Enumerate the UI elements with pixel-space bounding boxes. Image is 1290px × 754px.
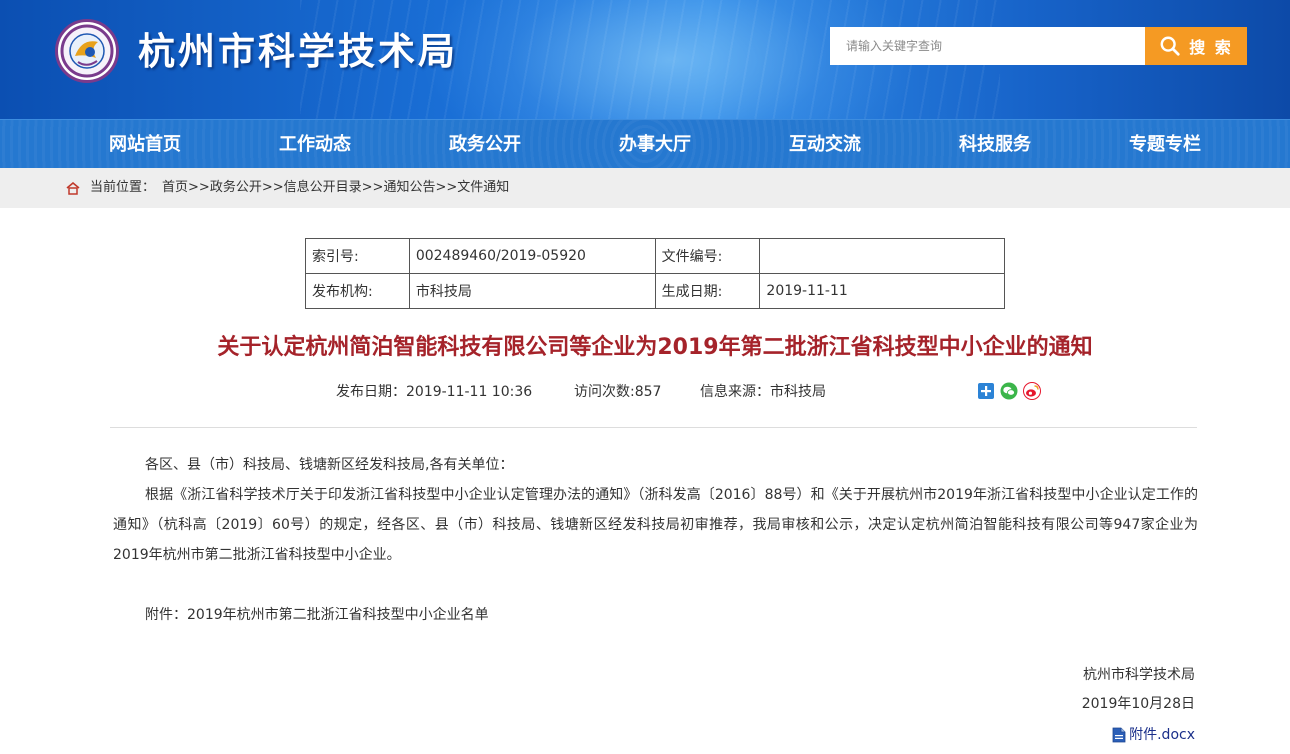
wechat-icon[interactable] — [1000, 382, 1018, 400]
breadcrumb-separator: >> — [188, 180, 210, 195]
breadcrumb-separator: >> — [435, 180, 458, 195]
nav-item-home[interactable]: 网站首页 — [75, 120, 215, 169]
home-icon — [66, 182, 80, 195]
table-row: 发布机构: 市科技局 生成日期: 2019-11-11 — [305, 273, 1005, 309]
weibo-icon[interactable] — [1023, 382, 1041, 400]
search-input[interactable] — [830, 27, 1145, 65]
breadcrumb-prefix: 当前位置： — [90, 180, 156, 195]
main-nav: 网站首页 工作动态 政务公开 办事大厅 互动交流 科技服务 专题专栏 — [0, 119, 1290, 168]
nav-item-topics[interactable]: 专题专栏 — [1095, 120, 1235, 169]
breadcrumb-link-catalog[interactable]: 信息公开目录 — [284, 180, 362, 195]
nav-item-interaction[interactable]: 互动交流 — [755, 120, 895, 169]
logo-emblem-icon[interactable] — [55, 19, 119, 83]
share-plus-icon[interactable] — [977, 382, 995, 400]
nav-item-gov-affairs[interactable]: 政务公开 — [415, 120, 555, 169]
search-button-label: 搜 索 — [1189, 38, 1233, 57]
breadcrumb-links: 首页>>政务公开>>信息公开目录>>通知公告>>文件通知 — [162, 179, 509, 197]
docno-label: 文件编号: — [654, 238, 761, 274]
article-body: 根据《浙江省科学技术厅关于印发浙江省科技型中小企业认定管理办法的通知》（浙科发高… — [113, 487, 1198, 563]
org-label: 发布机构: — [305, 273, 410, 309]
date-value: 2019-11-11 — [759, 273, 1005, 309]
org-value: 市科技局 — [408, 273, 656, 309]
breadcrumb-link-docs[interactable]: 文件通知 — [457, 180, 509, 195]
nav-item-work-news[interactable]: 工作动态 — [245, 120, 385, 169]
visit-count: 访问次数:857 — [574, 384, 662, 400]
breadcrumb: 当前位置： 首页>>政务公开>>信息公开目录>>通知公告>>文件通知 — [0, 168, 1290, 208]
article-title: 关于认定杭州简泊智能科技有限公司等企业为2019年第二批浙江省科技型中小企业的通… — [217, 335, 1093, 360]
document-icon — [1112, 727, 1126, 743]
site-header: 杭州市科学技术局 搜 索 — [0, 0, 1290, 119]
search-button[interactable]: 搜 索 — [1145, 27, 1247, 65]
attachment-link[interactable]: 附件.docx — [1112, 725, 1195, 745]
breadcrumb-separator: >> — [261, 180, 284, 195]
nav-item-services[interactable]: 办事大厅 — [585, 120, 725, 169]
breadcrumb-link-gov-affairs[interactable]: 政务公开 — [210, 180, 262, 195]
divider — [110, 427, 1197, 428]
index-label: 索引号: — [305, 238, 410, 274]
docno-value — [759, 238, 1005, 274]
nav-item-tech-service[interactable]: 科技服务 — [925, 120, 1065, 169]
table-row: 索引号: 002489460/2019-05920 文件编号: — [305, 238, 1005, 274]
breadcrumb-link-notices[interactable]: 通知公告 — [383, 180, 435, 195]
article-greeting: 各区、县（市）科技局、钱塘新区经发科技局,各有关单位： — [145, 457, 514, 473]
attachment-file-name: 附件.docx — [1129, 727, 1195, 743]
breadcrumb-link-home[interactable]: 首页 — [162, 180, 188, 195]
breadcrumb-separator: >> — [361, 180, 384, 195]
info-source: 信息来源：市科技局 — [700, 384, 826, 400]
attachment-note: 附件：2019年杭州市第二批浙江省科技型中小企业名单 — [145, 607, 489, 623]
search-icon — [1160, 36, 1180, 56]
signer: 杭州市科学技术局 — [1083, 667, 1195, 683]
publish-date: 发布日期：2019-11-11 10:36 — [336, 384, 533, 400]
site-title: 杭州市科学技术局 — [138, 30, 458, 73]
document-meta-table: 索引号: 002489460/2019-05920 文件编号: 发布机构: 市科… — [305, 238, 1005, 309]
sign-date: 2019年10月28日 — [1081, 696, 1195, 712]
date-label: 生成日期: — [654, 273, 761, 309]
index-value: 002489460/2019-05920 — [408, 238, 656, 274]
